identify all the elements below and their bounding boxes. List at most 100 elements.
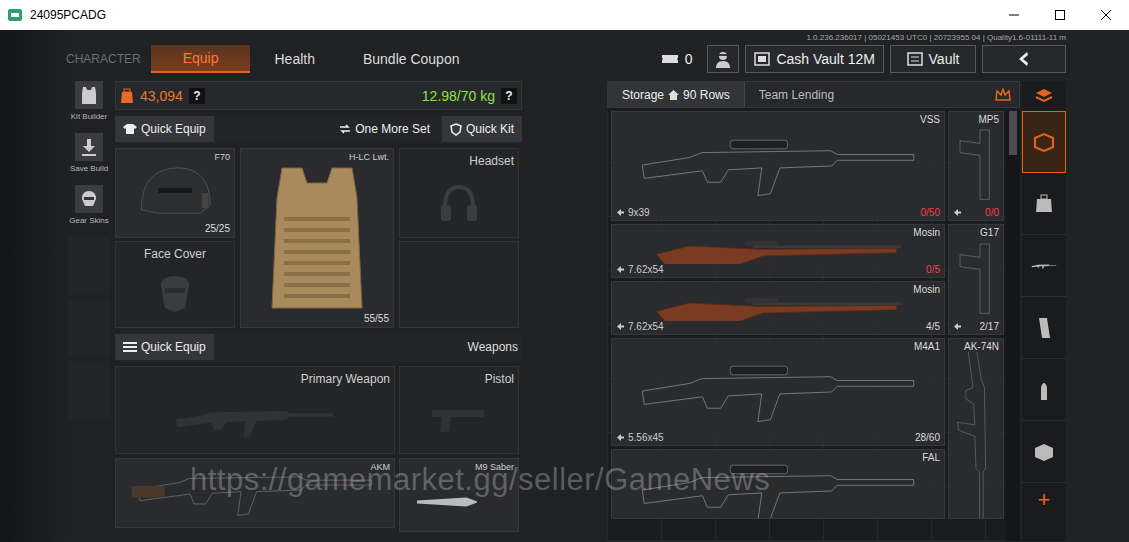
mosin-rifle-icon (633, 295, 923, 321)
left-sidebar: Kit BuilderSave BuildGear Skins (67, 81, 111, 541)
help-button[interactable]: ? (189, 88, 205, 104)
storage-item[interactable]: M4A1 5.56x45 28/60 (611, 338, 945, 446)
face-cover-icon (155, 272, 195, 316)
category-button[interactable] (1022, 173, 1066, 235)
shirt-icon (123, 123, 137, 135)
gun-icon (1031, 257, 1057, 275)
durability: 55/55 (241, 313, 393, 327)
app-icon (8, 9, 22, 21)
storage-tab[interactable]: Team Lending (745, 82, 848, 107)
minimize-button[interactable] (991, 0, 1037, 30)
durability: 25/25 (116, 223, 234, 237)
help-button[interactable]: ? (501, 88, 517, 104)
equipment-panel: 43,094?12.98/70 kg?Quick EquipOne More S… (115, 81, 522, 541)
gear-slot[interactable] (399, 241, 519, 328)
vest-icon (80, 85, 98, 105)
vertical-pistol-icon (956, 240, 996, 320)
download-icon (80, 137, 98, 157)
add-category-button[interactable]: + (1022, 483, 1066, 513)
storage-item[interactable]: Mosin7.62x540/5 (611, 224, 945, 278)
item-caliber: 9x39 (616, 207, 650, 218)
equipment-header: 43,094?12.98/70 kg? (115, 81, 522, 110)
weapon-slots: Primary WeaponPistolAKMM9 Saber (115, 366, 522, 532)
storage-item[interactable]: G172/17 (948, 224, 1004, 335)
quick-kit-button[interactable]: Quick Kit (442, 116, 522, 142)
gear-slot[interactable]: H-LC Lwt.55/55 (240, 148, 394, 328)
ammo-icon (616, 433, 625, 442)
category-button[interactable] (1022, 235, 1066, 297)
category-button[interactable] (1022, 111, 1066, 173)
storage-item[interactable]: MP5 0/0 (948, 111, 1004, 221)
shield-icon (450, 123, 462, 136)
nav-tab[interactable]: Equip (151, 45, 251, 73)
ammo-icon (616, 322, 625, 331)
item-name: FAL (612, 450, 944, 463)
weight-reading: 12.98/70 kg (422, 88, 495, 104)
profile-button[interactable] (707, 45, 739, 73)
top-bar: 1.0.236.236017 | 05021453 UTC0 | 2072395… (0, 30, 1129, 75)
item-ammo: 28/60 (915, 432, 940, 443)
item-name: AK-74N (949, 339, 1003, 352)
sidebar-item[interactable]: Save Build (66, 133, 112, 181)
sidebar-item[interactable]: Gear Skins (66, 185, 112, 233)
ticket-counter[interactable]: 0 (652, 45, 702, 73)
gear-slot[interactable]: Headset (399, 148, 519, 238)
back-button[interactable] (982, 45, 1066, 73)
item-caliber: 5.56x45 (616, 432, 664, 443)
backpack-icon (120, 88, 134, 104)
armor-vest-icon (261, 158, 373, 318)
category-bar: + (1022, 81, 1066, 541)
one-more-set-button[interactable]: One More Set (331, 116, 438, 142)
sidebar-item[interactable]: Kit Builder (66, 81, 112, 129)
storage-scrollbar[interactable] (1006, 111, 1020, 541)
item-name: M4A1 (612, 339, 944, 352)
maximize-button[interactable] (1037, 0, 1083, 30)
category-button[interactable] (1022, 297, 1066, 359)
item-name: MP5 (949, 112, 1003, 125)
item-ammo: 0/50 (921, 207, 940, 218)
item-name: Mosin (612, 225, 944, 238)
house-icon (668, 90, 679, 100)
category-sort-button[interactable] (1022, 81, 1066, 111)
storage-item[interactable]: Mosin7.62x544/5 (611, 281, 945, 335)
operator-icon (713, 49, 733, 69)
storage-tab[interactable]: Storage90 Rows (608, 82, 745, 107)
rifle-icon (633, 125, 923, 207)
magazine-icon (1037, 317, 1051, 339)
weapon-slot[interactable]: Primary Weapon (115, 366, 395, 454)
gear-slots: F7025/25H-LC Lwt.55/55Headset Face Cover (115, 148, 522, 328)
sort-button[interactable] (987, 88, 1019, 102)
nav-tab[interactable]: Health (250, 45, 338, 73)
watermark: https://gamemarket.gg/seller/GameNews (190, 462, 770, 498)
crown-icon (995, 88, 1011, 102)
quick-equip-button[interactable]: Quick Equip (115, 116, 214, 142)
safe-icon (907, 52, 923, 66)
minimize-icon (1008, 9, 1020, 21)
item-caliber: 7.62x54 (616, 321, 664, 332)
nav-tab[interactable]: Bundle Coupon (339, 45, 484, 73)
item-ammo: 0/5 (926, 264, 940, 275)
rifle-placeholder-icon (170, 395, 340, 445)
rifle-icon (633, 463, 923, 518)
storage-item[interactable]: FAL (611, 449, 945, 519)
swap-icon (339, 123, 351, 135)
vault-button[interactable]: Vault (890, 45, 976, 73)
category-button[interactable] (1022, 359, 1066, 421)
storage-item[interactable]: VSS9x390/50 (611, 111, 945, 221)
close-button[interactable] (1083, 0, 1129, 30)
category-button[interactable] (1022, 421, 1066, 483)
weapon-slot[interactable]: Pistol (399, 366, 519, 454)
gear-slot[interactable]: F7025/25 (115, 148, 235, 238)
storage-header: Storage90 RowsTeam Lending (607, 81, 1020, 108)
vertical-rifle-icon (949, 352, 1003, 518)
weapon-slot[interactable]: AKM (115, 458, 395, 528)
item-ammo: 0/0 (985, 207, 999, 218)
weapon-slot[interactable]: M9 Saber (399, 458, 519, 532)
gear-slot[interactable]: Face Cover (115, 241, 235, 328)
title-bar: 24095PCADG (0, 0, 1129, 30)
weapons-quick-equip-button[interactable]: Quick Equip (115, 334, 214, 360)
window-title: 24095PCADG (30, 8, 106, 22)
cash-vault-button[interactable]: Cash Vault 12M (745, 45, 884, 73)
storage-item[interactable]: AK-74N (948, 338, 1004, 519)
item-name: Mosin (612, 282, 944, 295)
